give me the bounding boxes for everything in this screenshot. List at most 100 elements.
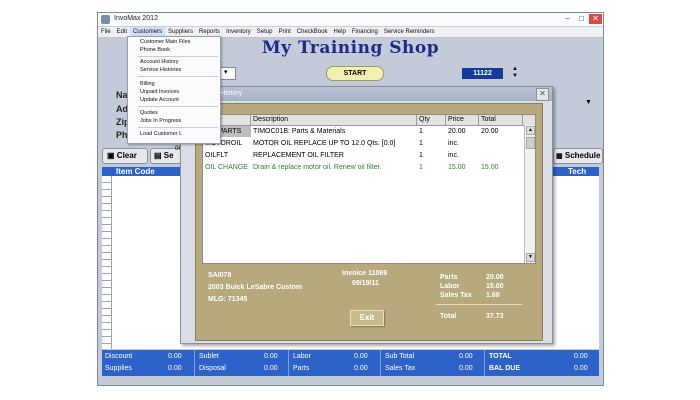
service-history-dialog: ✎ Service History ✕ Code Description Qty…: [180, 86, 553, 344]
row-code: OIL CHANGE: [205, 164, 248, 171]
menu-checkbook[interactable]: CheckBook: [294, 27, 331, 37]
row-description: TIMOC01B: Parts & Materials: [253, 128, 346, 135]
summary-sales-tax-value: 1.68: [486, 292, 500, 299]
row-price: inc.: [448, 140, 459, 147]
menu-print[interactable]: Print: [275, 27, 293, 37]
dialog-close-button[interactable]: ✕: [536, 88, 549, 101]
discount-label: Discount: [105, 353, 133, 360]
discount-value: 0.00: [168, 353, 182, 360]
row-qty: 1: [419, 128, 423, 135]
row-qty: 1: [419, 164, 423, 171]
schedule-button[interactable]: ▦ Schedule: [553, 148, 603, 164]
menu-file[interactable]: File: [98, 27, 114, 37]
row-description: MOTOR OIL REPLACE UP TO 12.0 Qts. [0.0]: [253, 140, 396, 147]
spin-down-icon[interactable]: ▼: [512, 73, 518, 80]
menu-item-jobs-in-progress[interactable]: Jobs In Progress: [140, 118, 181, 124]
row-description: REPLACEMENT OIL FILTER: [253, 152, 344, 159]
scroll-down-icon[interactable]: ▼: [526, 253, 535, 262]
vehicle-tag: SAI078: [208, 272, 232, 279]
history-panel: Code Description Qty Price Total JOBPART…: [195, 103, 543, 341]
spin-up-icon[interactable]: ▲: [512, 66, 518, 73]
menu-item-update-account[interactable]: Update Account: [140, 97, 179, 103]
menu-financing[interactable]: Financing: [349, 27, 381, 37]
scroll-up-icon[interactable]: ▲: [526, 126, 535, 135]
disposal-label: Disposal: [199, 365, 226, 372]
se-icon: ▤: [154, 151, 162, 160]
menu-item-account-history[interactable]: Account History: [140, 59, 179, 65]
item-code-header: Item Code: [116, 167, 155, 176]
menu-item-service-histories[interactable]: Service Histories: [140, 67, 181, 73]
calendar-icon: ▦: [556, 153, 563, 160]
menu-item-customer-main-files[interactable]: Customer Main Files: [140, 39, 190, 45]
exit-button[interactable]: Exit: [350, 310, 384, 326]
minimize-button[interactable]: –: [561, 14, 574, 24]
sales-tax-label: Sales Tax: [385, 365, 416, 372]
invoice-label: Invoice 11069: [342, 270, 388, 277]
total-value: 0.00: [574, 353, 588, 360]
sublet-label: Sublet: [199, 353, 219, 360]
summary-total-label: Total: [440, 313, 457, 320]
parts-label: Parts: [293, 365, 310, 372]
title-bar: InvoMax 2012 – □ ✕: [98, 13, 603, 27]
start-button[interactable]: START: [326, 66, 384, 81]
menu-setup[interactable]: Setup: [254, 27, 276, 37]
summary-labor-label: Labor: [440, 283, 460, 290]
tech-header: Tech: [568, 167, 587, 176]
vehicle-mileage: MLG: 71345: [208, 296, 248, 303]
history-table-header: Code Description Qty Price Total: [203, 115, 535, 126]
row-price: inc.: [448, 152, 459, 159]
history-table: Code Description Qty Price Total JOBPART…: [202, 114, 536, 264]
col-qty: Qty: [417, 115, 446, 125]
col-price: Price: [446, 115, 479, 125]
table-row[interactable]: OILFLT REPLACEMENT OIL FILTER 1 inc.: [203, 150, 523, 161]
invoice-spinner[interactable]: ▲ ▼: [512, 66, 518, 80]
clear-button[interactable]: ▣ Clear: [102, 148, 148, 164]
clear-button-label: Clear: [116, 151, 137, 160]
row-qty: 1: [419, 140, 423, 147]
scroll-thumb[interactable]: [526, 137, 535, 149]
menu-item-unpaid-invoices[interactable]: Unpaid Invoices: [140, 89, 179, 95]
schedule-button-label: Schedule: [564, 151, 601, 160]
disposal-value: 0.00: [264, 365, 278, 372]
summary-labor-value: 15.00: [486, 283, 504, 290]
summary-sales-tax-label: Sales Tax: [440, 292, 472, 299]
menu-service-reminders[interactable]: Service Reminders: [381, 27, 438, 37]
row-price: 15.00: [448, 164, 466, 171]
row-code: OILFLT: [205, 152, 229, 159]
dialog-title-bar: ✎ Service History ✕: [181, 87, 552, 101]
invoice-number[interactable]: 11122: [462, 68, 503, 79]
menu-inventory[interactable]: Inventory: [223, 27, 254, 37]
row-total: 15.00: [481, 164, 499, 171]
menu-help[interactable]: Help: [330, 27, 348, 37]
row-qty: 1: [419, 152, 423, 159]
row-price: 20.00: [448, 128, 466, 135]
parts-value: 0.00: [354, 365, 368, 372]
row-total: 20.00: [481, 128, 499, 135]
menu-item-phone-book[interactable]: Phone Book: [140, 47, 170, 53]
supplies-value: 0.00: [168, 365, 182, 372]
col-total: Total: [479, 115, 523, 125]
customers-menu: Customer Main Files Phone Book Account H…: [127, 36, 221, 144]
invoice-date: 09/19/11: [352, 280, 379, 287]
maximize-button[interactable]: □: [575, 14, 588, 24]
menu-item-load-customer[interactable]: Load Customer L: [140, 131, 182, 137]
search-type-combo[interactable]: ▾: [220, 67, 236, 80]
window-title: InvoMax 2012: [114, 15, 158, 22]
app-icon: [101, 15, 110, 24]
clear-icon: ▣: [107, 151, 115, 160]
total-label: TOTAL: [489, 353, 512, 360]
close-button[interactable]: ✕: [589, 14, 602, 24]
table-row[interactable]: MOTOROIL MOTOR OIL REPLACE UP TO 12.0 Qt…: [203, 138, 523, 149]
menu-item-billing[interactable]: Billing: [140, 81, 155, 87]
chevron-down-icon: ▾: [224, 69, 228, 76]
sales-tax-value: 0.00: [459, 365, 473, 372]
subtotal-label: Sub Total: [385, 353, 415, 360]
menu-item-quotes[interactable]: Quotes: [140, 110, 158, 116]
table-row[interactable]: JOBPARTS TIMOC01B: Parts & Materials 1 2…: [203, 126, 523, 137]
table-row[interactable]: OIL CHANGE Drain & replace motor oil. Re…: [203, 162, 523, 173]
summary-parts-value: 20.00: [486, 274, 504, 281]
right-combo-arrow-icon[interactable]: ▼: [585, 99, 592, 106]
sublet-value: 0.00: [264, 353, 278, 360]
history-scrollbar[interactable]: ▲ ▼: [524, 125, 535, 263]
vehicle-description: 2003 Buick LeSabre Custom: [208, 284, 303, 291]
